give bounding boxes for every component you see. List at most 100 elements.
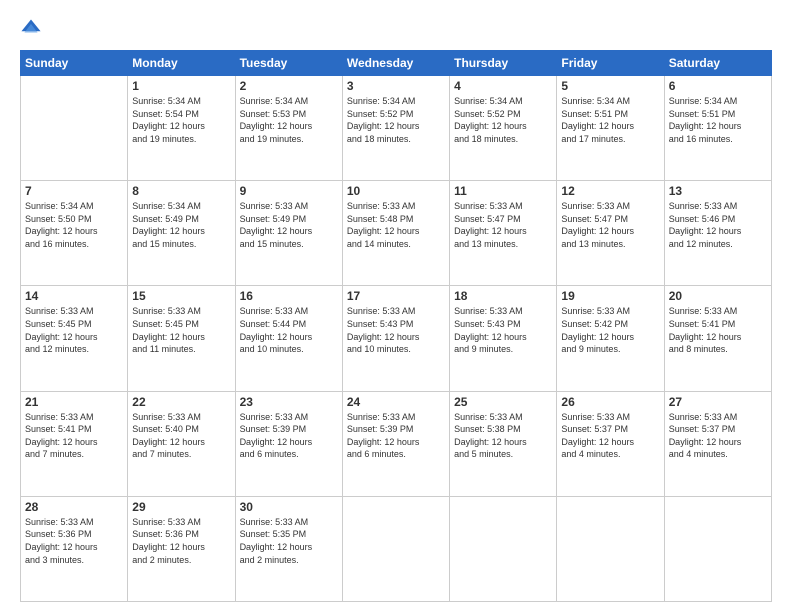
daylight-text-2: and 12 minutes. (25, 343, 123, 356)
daylight-text: Daylight: 12 hours (240, 436, 338, 449)
sunset-text: Sunset: 5:51 PM (669, 108, 767, 121)
day-number: 9 (240, 184, 338, 198)
daylight-text: Daylight: 12 hours (561, 331, 659, 344)
calendar-cell (664, 496, 771, 601)
calendar-cell: 29Sunrise: 5:33 AMSunset: 5:36 PMDayligh… (128, 496, 235, 601)
daylight-text-2: and 2 minutes. (240, 554, 338, 567)
sunrise-text: Sunrise: 5:33 AM (669, 200, 767, 213)
cell-info: Sunrise: 5:33 AMSunset: 5:39 PMDaylight:… (240, 411, 338, 461)
calendar-cell: 8 Sunrise: 5:34 AMSunset: 5:49 PMDaylight… (128, 181, 235, 286)
sunrise-text: Sunrise: 5:33 AM (240, 516, 338, 529)
sunrise-text: Sunrise: 5:33 AM (561, 305, 659, 318)
sunset-text: Sunset: 5:36 PM (25, 528, 123, 541)
day-number: 4 (454, 79, 552, 93)
day-number: 14 (25, 289, 123, 303)
day-number: 27 (669, 395, 767, 409)
daylight-text: Daylight: 12 hours (669, 436, 767, 449)
calendar-cell: 6Sunrise: 5:34 AMSunset: 5:51 PMDaylight… (664, 76, 771, 181)
cell-info: Sunrise: 5:34 AMSunset: 5:50 PMDaylight:… (25, 200, 123, 250)
daylight-text-2: and 2 minutes. (132, 554, 230, 567)
header (20, 18, 772, 40)
calendar-header-tuesday: Tuesday (235, 51, 342, 76)
cell-info: Sunrise: 5:33 AMSunset: 5:35 PMDaylight:… (240, 516, 338, 566)
daylight-text-2: and 6 minutes. (240, 448, 338, 461)
sunrise-text: Sunrise: 5:33 AM (454, 305, 552, 318)
cell-info: Sunrise: 5:33 AMSunset: 5:44 PMDaylight:… (240, 305, 338, 355)
sunrise-text: Sunrise: 5:33 AM (347, 305, 445, 318)
day-number: 2 (240, 79, 338, 93)
daylight-text: Daylight: 12 hours (669, 225, 767, 238)
daylight-text: Daylight: 12 hours (25, 436, 123, 449)
sunrise-text: Sunrise: 5:33 AM (132, 516, 230, 529)
day-number: 26 (561, 395, 659, 409)
daylight-text: Daylight: 12 hours (347, 436, 445, 449)
day-number: 8 (132, 184, 230, 198)
sunrise-text: Sunrise: 5:33 AM (669, 305, 767, 318)
calendar-header-saturday: Saturday (664, 51, 771, 76)
daylight-text-2: and 16 minutes. (25, 238, 123, 251)
calendar-cell: 10Sunrise: 5:33 AMSunset: 5:48 PMDayligh… (342, 181, 449, 286)
sunrise-text: Sunrise: 5:33 AM (454, 411, 552, 424)
calendar-week-2: 7Sunrise: 5:34 AMSunset: 5:50 PMDaylight… (21, 181, 772, 286)
day-number: 22 (132, 395, 230, 409)
calendar-header-thursday: Thursday (450, 51, 557, 76)
calendar-cell (342, 496, 449, 601)
day-number: 23 (240, 395, 338, 409)
daylight-text: Daylight: 12 hours (240, 120, 338, 133)
calendar-cell: 15 Sunrise: 5:33 AMSunset: 5:45 PMDayligh… (128, 286, 235, 391)
sunset-text: Sunset: 5:41 PM (669, 318, 767, 331)
calendar-cell: 19 Sunrise: 5:33 AMSunset: 5:42 PMDayligh… (557, 286, 664, 391)
calendar-week-1: 1Sunrise: 5:34 AMSunset: 5:54 PMDaylight… (21, 76, 772, 181)
logo-icon (20, 18, 42, 40)
sunset-text: Sunset: 5:41 PM (25, 423, 123, 436)
daylight-text-2: and 19 minutes. (132, 133, 230, 146)
cell-info: Sunrise: 5:33 AMSunset: 5:45 PMDaylight:… (132, 305, 230, 355)
sunrise-text: Sunrise: 5:33 AM (669, 411, 767, 424)
calendar-cell: 23 Sunrise: 5:33 AMSunset: 5:39 PMDayligh… (235, 391, 342, 496)
calendar-cell: 9Sunrise: 5:33 AMSunset: 5:49 PMDaylight… (235, 181, 342, 286)
cell-info: Sunrise: 5:34 AMSunset: 5:54 PMDaylight:… (132, 95, 230, 145)
calendar-table: SundayMondayTuesdayWednesdayThursdayFrid… (20, 50, 772, 602)
daylight-text-2: and 3 minutes. (25, 554, 123, 567)
day-number: 15 (132, 289, 230, 303)
sunrise-text: Sunrise: 5:34 AM (240, 95, 338, 108)
daylight-text-2: and 6 minutes. (347, 448, 445, 461)
sunrise-text: Sunrise: 5:33 AM (25, 411, 123, 424)
cell-info: Sunrise: 5:33 AMSunset: 5:36 PMDaylight:… (132, 516, 230, 566)
daylight-text-2: and 8 minutes. (669, 343, 767, 356)
sunset-text: Sunset: 5:38 PM (454, 423, 552, 436)
calendar-cell (557, 496, 664, 601)
calendar-cell: 24Sunrise: 5:33 AMSunset: 5:39 PMDayligh… (342, 391, 449, 496)
cell-info: Sunrise: 5:33 AMSunset: 5:39 PMDaylight:… (347, 411, 445, 461)
cell-info: Sunrise: 5:33 AMSunset: 5:43 PMDaylight:… (347, 305, 445, 355)
calendar-cell: 26 Sunrise: 5:33 AMSunset: 5:37 PMDayligh… (557, 391, 664, 496)
cell-info: Sunrise: 5:34 AMSunset: 5:52 PMDaylight:… (454, 95, 552, 145)
calendar-header-row: SundayMondayTuesdayWednesdayThursdayFrid… (21, 51, 772, 76)
daylight-text: Daylight: 12 hours (132, 331, 230, 344)
day-number: 18 (454, 289, 552, 303)
day-number: 19 (561, 289, 659, 303)
daylight-text-2: and 11 minutes. (132, 343, 230, 356)
daylight-text: Daylight: 12 hours (669, 120, 767, 133)
cell-info: Sunrise: 5:33 AMSunset: 5:42 PMDaylight:… (561, 305, 659, 355)
sunrise-text: Sunrise: 5:33 AM (240, 305, 338, 318)
sunset-text: Sunset: 5:40 PM (132, 423, 230, 436)
cell-info: Sunrise: 5:33 AMSunset: 5:41 PMDaylight:… (669, 305, 767, 355)
sunrise-text: Sunrise: 5:33 AM (132, 411, 230, 424)
daylight-text: Daylight: 12 hours (25, 331, 123, 344)
daylight-text-2: and 15 minutes. (132, 238, 230, 251)
sunset-text: Sunset: 5:49 PM (240, 213, 338, 226)
daylight-text: Daylight: 12 hours (454, 120, 552, 133)
sunrise-text: Sunrise: 5:34 AM (132, 95, 230, 108)
cell-info: Sunrise: 5:34 AMSunset: 5:49 PMDaylight:… (132, 200, 230, 250)
daylight-text: Daylight: 12 hours (347, 225, 445, 238)
day-number: 11 (454, 184, 552, 198)
cell-info: Sunrise: 5:33 AMSunset: 5:37 PMDaylight:… (561, 411, 659, 461)
sunset-text: Sunset: 5:47 PM (561, 213, 659, 226)
daylight-text: Daylight: 12 hours (561, 225, 659, 238)
sunrise-text: Sunrise: 5:34 AM (454, 95, 552, 108)
daylight-text: Daylight: 12 hours (132, 120, 230, 133)
daylight-text-2: and 12 minutes. (669, 238, 767, 251)
calendar-cell: 16Sunrise: 5:33 AMSunset: 5:44 PMDayligh… (235, 286, 342, 391)
daylight-text-2: and 19 minutes. (240, 133, 338, 146)
